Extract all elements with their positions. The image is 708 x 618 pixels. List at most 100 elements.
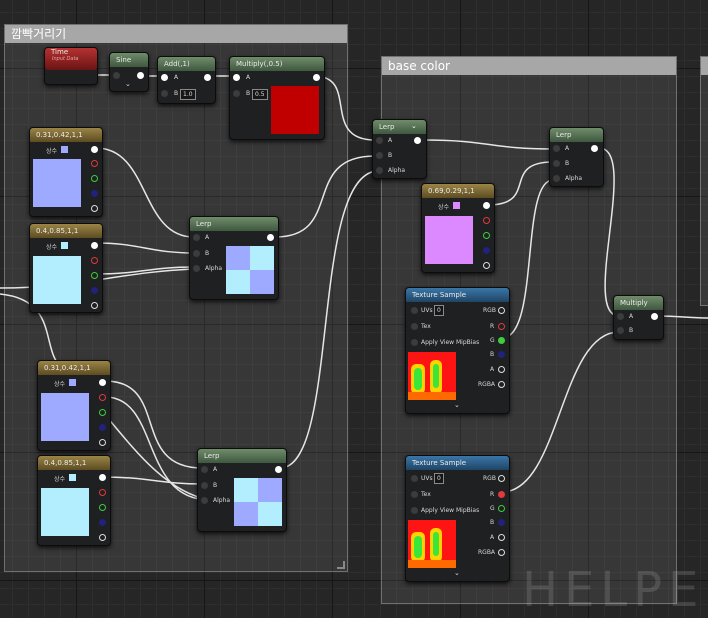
input-pin-icon[interactable] <box>411 475 418 482</box>
input-pin-icon[interactable] <box>201 466 208 473</box>
output-pin-icon[interactable] <box>91 146 98 153</box>
output-pin-a-icon[interactable] <box>498 366 505 373</box>
add-node[interactable]: Add(,1) A B 1.0 <box>157 56 216 104</box>
output-pin-icon[interactable] <box>91 242 98 249</box>
output-pin-icon[interactable] <box>99 379 106 386</box>
constant-node[interactable]: 0.4,0.85,1,1 상수 <box>29 223 103 313</box>
output-pin-icon[interactable] <box>99 474 106 481</box>
input-pin-icon[interactable] <box>376 167 383 174</box>
lerp-node[interactable]: Lerp A B Alpha ⌄ <box>372 119 427 179</box>
output-pin-icon[interactable] <box>651 313 658 320</box>
lerp-node[interactable]: Lerp A B Alpha <box>197 448 287 532</box>
output-pin-r-icon[interactable] <box>498 323 505 330</box>
sine-node[interactable]: Sine ⌄ <box>109 52 149 92</box>
node-header[interactable]: Sine <box>110 53 148 67</box>
constant-node[interactable]: 0.69,0.29,1,1 상수 <box>421 183 495 273</box>
lerp-node[interactable]: Lerp A B Alpha <box>189 216 279 300</box>
output-pin-a-icon[interactable] <box>498 534 505 541</box>
collapse-chevron-icon[interactable]: ⌄ <box>125 81 131 88</box>
output-pin-b-icon[interactable] <box>498 519 505 526</box>
output-pin-g-icon[interactable] <box>99 409 106 416</box>
output-pin-a-icon[interactable] <box>91 302 98 309</box>
output-pin-g-icon[interactable] <box>498 505 505 512</box>
input-pin-icon[interactable] <box>411 323 418 330</box>
node-header[interactable]: Lerp <box>198 449 286 463</box>
input-pin-icon[interactable] <box>553 175 560 182</box>
constant-node[interactable]: 0.4,0.85,1,1 상수 <box>37 455 111 546</box>
output-pin-b-icon[interactable] <box>91 287 98 294</box>
output-pin-rgb-icon[interactable] <box>498 475 505 482</box>
output-pin-r-icon[interactable] <box>99 394 106 401</box>
output-pin-b-icon[interactable] <box>483 247 490 254</box>
output-pin-r-icon[interactable] <box>498 491 505 498</box>
input-pin-icon[interactable] <box>411 339 418 346</box>
input-pin-icon[interactable] <box>193 265 200 272</box>
node-header[interactable]: 0.31,0.42,1,1 <box>30 128 102 142</box>
output-pin-icon[interactable] <box>267 234 274 241</box>
output-pin-b-icon[interactable] <box>498 351 505 358</box>
output-pin-g-icon[interactable] <box>498 337 505 344</box>
output-pin-r-icon[interactable] <box>483 217 490 224</box>
time-node[interactable]: Time Input Data <box>44 47 134 85</box>
input-pin-icon[interactable] <box>201 482 208 489</box>
node-header[interactable]: Multiply <box>614 296 663 310</box>
output-pin-g-icon[interactable] <box>91 175 98 182</box>
constant-node[interactable]: 0.31,0.42,1,1 상수 <box>29 127 103 217</box>
output-pin-icon[interactable] <box>591 145 598 152</box>
uvs-value-field[interactable]: 0 <box>434 305 444 316</box>
input-pin-icon[interactable] <box>161 90 168 97</box>
node-header[interactable]: Add(,1) <box>158 57 215 71</box>
node-header[interactable]: 0.4,0.85,1,1 <box>30 224 102 238</box>
output-pin-a-icon[interactable] <box>99 439 106 446</box>
input-pin-icon[interactable] <box>113 72 120 79</box>
output-pin-rgb-icon[interactable] <box>498 307 505 314</box>
node-header[interactable]: Lerp <box>373 120 426 134</box>
multiply-node-top[interactable]: Multiply(,0.5) A B 0.5 <box>229 56 325 140</box>
input-pin-icon[interactable] <box>553 160 560 167</box>
output-pin-icon[interactable] <box>414 137 421 144</box>
lerp-node[interactable]: Lerp A B Alpha <box>549 127 604 187</box>
output-pin-rgba-icon[interactable] <box>498 549 505 556</box>
output-pin-icon[interactable] <box>275 466 282 473</box>
output-pin-a-icon[interactable] <box>99 534 106 541</box>
collapse-chevron-icon[interactable]: ⌄ <box>454 570 460 577</box>
node-header[interactable]: 0.4,0.85,1,1 <box>38 456 110 470</box>
input-pin-icon[interactable] <box>617 327 624 334</box>
node-header[interactable]: Lerp <box>190 217 278 231</box>
output-pin-r-icon[interactable] <box>99 489 106 496</box>
node-header[interactable]: Texture Sample <box>406 456 509 470</box>
output-pin-icon[interactable] <box>137 72 144 79</box>
b-value-field[interactable]: 0.5 <box>252 89 268 100</box>
output-pin-b-icon[interactable] <box>91 190 98 197</box>
node-header[interactable]: 0.69,0.29,1,1 <box>422 184 494 198</box>
input-pin-icon[interactable] <box>233 90 240 97</box>
output-pin-a-icon[interactable] <box>483 262 490 269</box>
b-value-field[interactable]: 1.0 <box>180 89 196 100</box>
output-pin-b-icon[interactable] <box>99 519 106 526</box>
output-pin-r-icon[interactable] <box>91 160 98 167</box>
input-pin-icon[interactable] <box>553 145 560 152</box>
output-pin-a-icon[interactable] <box>91 205 98 212</box>
input-pin-icon[interactable] <box>161 74 168 81</box>
input-pin-icon[interactable] <box>617 313 624 320</box>
node-header[interactable]: Multiply(,0.5) <box>230 57 324 71</box>
output-pin-g-icon[interactable] <box>91 272 98 279</box>
constant-node[interactable]: 0.31,0.42,1,1 상수 <box>37 360 111 451</box>
input-pin-icon[interactable] <box>411 307 418 314</box>
output-pin-g-icon[interactable] <box>99 504 106 511</box>
output-pin-g-icon[interactable] <box>483 232 490 239</box>
input-pin-icon[interactable] <box>411 507 418 514</box>
input-pin-icon[interactable] <box>201 497 208 504</box>
output-pin-b-icon[interactable] <box>99 424 106 431</box>
input-pin-icon[interactable] <box>193 250 200 257</box>
node-header[interactable]: Lerp <box>550 128 603 142</box>
input-pin-icon[interactable] <box>233 74 240 81</box>
node-header[interactable]: 0.31,0.42,1,1 <box>38 361 110 375</box>
output-pin-rgba-icon[interactable] <box>498 381 505 388</box>
collapse-chevron-icon[interactable]: ⌄ <box>454 402 460 409</box>
collapse-chevron-icon[interactable]: ⌄ <box>411 123 417 130</box>
input-pin-icon[interactable] <box>376 137 383 144</box>
output-pin-icon[interactable] <box>313 74 320 81</box>
input-pin-icon[interactable] <box>411 491 418 498</box>
uvs-value-field[interactable]: 0 <box>434 473 444 484</box>
